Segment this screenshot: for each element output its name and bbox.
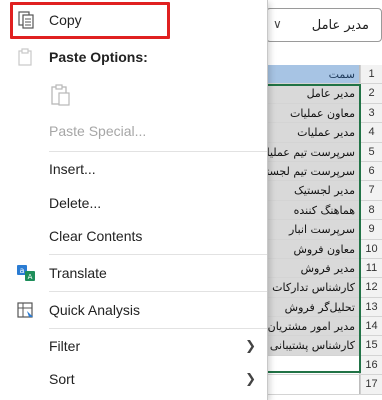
menu-label-paste-options: Paste Options: <box>49 49 148 65</box>
svg-text:A: A <box>28 273 33 281</box>
row-number[interactable]: 4 <box>360 123 382 142</box>
table-row: سمت 1 <box>266 65 382 85</box>
menu-item-paste-special[interactable]: Paste Special... <box>0 116 268 146</box>
row-number[interactable]: 10 <box>360 239 382 258</box>
sheet-cell[interactable]: مدیر عامل <box>266 84 360 103</box>
table-row: سرپرست انبار 9 <box>266 220 382 240</box>
row-number[interactable]: 9 <box>360 220 382 239</box>
row-number[interactable]: 15 <box>360 336 382 355</box>
menu-label-insert: Insert... <box>49 161 96 177</box>
row-number[interactable]: 2 <box>360 84 382 103</box>
chevron-right-icon: ❯ <box>245 371 256 386</box>
menu-item-translate[interactable]: a A Translate <box>0 258 268 288</box>
paste-options-icon <box>16 47 36 67</box>
table-row: کارشناس پشتیبانی 15 <box>266 336 382 356</box>
sheet-cell[interactable]: معاون عملیات <box>266 103 360 123</box>
row-number[interactable]: 13 <box>360 297 382 317</box>
menu-separator <box>49 291 267 292</box>
table-row: 16 <box>266 355 382 376</box>
table-row: تحلیل‌گر فروش 13 <box>266 297 382 318</box>
row-number[interactable]: 7 <box>360 181 382 200</box>
row-number[interactable]: 11 <box>360 258 382 278</box>
translate-icon: a A <box>16 263 36 283</box>
table-row: مدیر امور مشتریان 14 <box>266 317 382 337</box>
sheet-cell[interactable]: معاون فروش <box>266 239 360 258</box>
sheet-cell[interactable]: مدیر عملیات <box>266 123 360 142</box>
row-number[interactable]: 12 <box>360 278 382 297</box>
table-row: مدیر عملیات 4 <box>266 123 382 143</box>
sheet-cell[interactable]: سرپرست تیم عملیات <box>266 142 360 161</box>
table-row: سرپرست تیم لجستیک6 <box>266 161 382 182</box>
menu-item-delete[interactable]: Delete... <box>0 188 268 218</box>
sheet-cell[interactable]: مدیر فروش <box>266 258 360 278</box>
table-row: معاون فروش 10 <box>266 239 382 259</box>
menu-label-quick-analysis: Quick Analysis <box>49 302 141 318</box>
sheet-rows: سمت 1 مدیر عامل 2 معاون عملیات 3 مدیر عملیات 4 س… <box>266 65 382 395</box>
chevron-down-icon[interactable]: ∨ <box>273 17 282 31</box>
sheet-cell[interactable]: مدیر لجستیک <box>266 181 360 200</box>
table-row: هماهنگ کننده 8 <box>266 200 382 221</box>
menu-label-translate: Translate <box>49 265 107 281</box>
menu-label-filter: Filter <box>49 338 81 354</box>
row-number[interactable]: 1 <box>360 65 382 84</box>
chevron-right-icon: ❯ <box>245 338 256 353</box>
menu-item-insert[interactable]: Insert... <box>0 154 268 184</box>
sheet-cell[interactable]: کارشناس پشتیبانی <box>266 336 360 355</box>
menu-item-clear-contents[interactable]: Clear Contents <box>0 221 268 251</box>
sheet-cell[interactable]: سرپرست انبار <box>266 220 360 239</box>
sheet-cell[interactable] <box>266 355 360 375</box>
table-row: 17 <box>266 375 382 395</box>
table-row: کارشناس تدارکات 12 <box>266 278 382 298</box>
menu-label-sort: Sort <box>49 371 75 387</box>
name-box[interactable]: ∨ مدیر عامل <box>266 8 382 42</box>
row-number[interactable]: 3 <box>360 103 382 123</box>
clipboard-icon <box>50 83 72 112</box>
sheet-cell[interactable]: هماهنگ کننده <box>266 200 360 220</box>
row-number[interactable]: 16 <box>360 355 382 375</box>
table-row: معاون عملیات 3 <box>266 103 382 124</box>
menu-label-delete: Delete... <box>49 195 102 211</box>
menu-header-paste-options: Paste Options: <box>0 42 268 72</box>
highlight-box <box>10 2 170 39</box>
sheet-cell[interactable]: مدیر امور مشتریان <box>266 317 360 336</box>
sheet-cell[interactable]: سرپرست تیم لجستیک <box>266 161 360 181</box>
row-number[interactable]: 17 <box>360 375 382 394</box>
row-number[interactable]: 5 <box>360 142 382 161</box>
svg-text:a: a <box>20 266 25 275</box>
table-row: سرپرست تیم عملیات 5 <box>266 142 382 162</box>
menu-item-filter[interactable]: Filter ❯ <box>0 331 268 361</box>
menu-item-sort[interactable]: Sort ❯ <box>0 364 268 394</box>
quick-analysis-icon <box>16 300 36 320</box>
table-row: مدیر عامل 2 <box>266 84 382 104</box>
menu-label-paste-special: Paste Special... <box>49 123 147 139</box>
sheet-cell[interactable]: تحلیل‌گر فروش <box>266 297 360 317</box>
row-number[interactable]: 6 <box>360 161 382 181</box>
row-number[interactable]: 8 <box>360 200 382 220</box>
table-row: مدیر لجستیک 7 <box>266 181 382 201</box>
menu-separator <box>49 328 267 329</box>
menu-item-quick-analysis[interactable]: Quick Analysis <box>0 295 268 325</box>
menu-separator <box>49 151 267 152</box>
table-row: مدیر فروش 11 <box>266 258 382 279</box>
sheet-cell[interactable]: سمت <box>266 65 360 84</box>
menu-separator <box>49 254 267 255</box>
menu-label-clear-contents: Clear Contents <box>49 228 143 244</box>
context-menu: Copy Paste Options: Paste Special... Ins… <box>0 0 268 400</box>
paste-option-button[interactable] <box>0 80 268 110</box>
row-number[interactable]: 14 <box>360 317 382 336</box>
sheet-cell[interactable]: کارشناس تدارکات <box>266 278 360 297</box>
sheet-cell[interactable] <box>266 375 360 394</box>
name-box-value: مدیر عامل <box>311 17 369 33</box>
